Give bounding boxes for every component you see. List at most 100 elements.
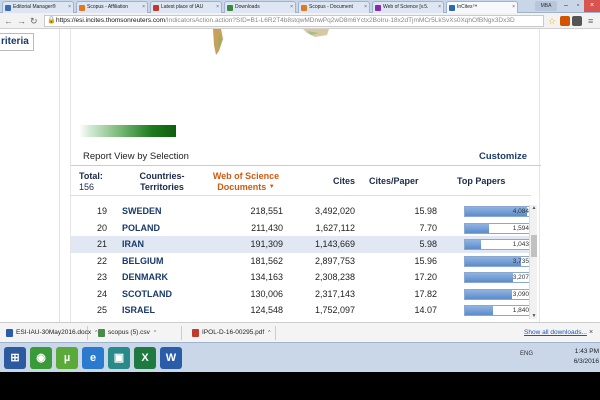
cites-per-paper-header[interactable]: Cites/Paper <box>369 176 419 187</box>
reload-icon[interactable]: ↻ <box>30 15 38 27</box>
table-row[interactable]: 22 BELGIUM 181,562 2,897,753 15.96 3,735 <box>71 253 533 270</box>
scroll-down-icon[interactable]: ▼ <box>530 313 538 319</box>
documents-cell: 130,006 <box>250 288 283 299</box>
table-row[interactable]: 21 IRAN 191,309 1,143,669 5.98 1,043 <box>71 236 533 253</box>
back-icon[interactable]: ← <box>4 15 13 27</box>
download-shelf: ESI-IAU-30May2016.docx ^ scopus (5).csv ^ … <box>0 322 600 342</box>
tab-web-of-science[interactable]: Web of Science [v.5. × <box>372 1 444 13</box>
word-icon[interactable]: W <box>160 347 182 369</box>
divider <box>71 165 541 166</box>
excel-icon[interactable]: X <box>134 347 156 369</box>
documents-header[interactable]: Web of Science Documents ▼ <box>207 171 285 193</box>
table-scrollbar[interactable]: ▲ ▼ <box>529 205 537 319</box>
url-input[interactable]: 🔒 https://esi.incites.thomsonreuters.com… <box>44 15 544 27</box>
forward-icon[interactable]: → <box>17 15 26 27</box>
tab-scopus-document[interactable]: Scopus - Document × <box>298 1 370 13</box>
address-bar-row: ← → ↻ 🔒 https://esi.incites.thomsonreute… <box>0 13 600 29</box>
menu-icon[interactable]: ≡ <box>588 15 593 27</box>
rank-cell: 25 <box>96 305 107 315</box>
report-title: Report View by Selection <box>83 151 189 162</box>
tab-downloads[interactable]: Downloads × <box>224 1 296 13</box>
start-icon[interactable]: ⊞ <box>4 347 26 369</box>
close-tab-icon[interactable]: × <box>216 2 219 13</box>
table-row[interactable]: 20 POLAND 211,430 1,627,112 7.70 1,594 <box>71 220 533 237</box>
store-icon[interactable]: ▣ <box>108 347 130 369</box>
close-tab-icon[interactable]: × <box>68 2 71 13</box>
top-papers-bar[interactable]: 3,735 <box>464 255 531 267</box>
country-link[interactable]: BELGIUM <box>122 256 164 266</box>
browser-tab-strip: Editorial Manager® × Scopus - Affiliatio… <box>0 0 600 13</box>
countries-header[interactable]: Countries-Territories <box>131 171 193 193</box>
download-item[interactable]: IPOL-D-16-00295.pdf ^ <box>190 326 276 340</box>
utorrent-icon[interactable]: µ <box>56 347 78 369</box>
cites-cell: 2,897,753 <box>314 255 355 266</box>
internet-explorer-icon[interactable]: e <box>82 347 104 369</box>
country-link[interactable]: DENMARK <box>122 272 168 282</box>
top-papers-bar[interactable]: 3,207 <box>464 272 531 283</box>
country-link[interactable]: POLAND <box>122 223 160 233</box>
top-papers-bar[interactable]: 1,043 <box>464 239 531 250</box>
country-link[interactable]: SCOTLAND <box>122 289 172 299</box>
criteria-tab[interactable]: riteria <box>0 33 34 51</box>
table-row[interactable]: 23 DENMARK 134,163 2,308,238 17.20 3,207 <box>71 269 533 286</box>
scopus-icon <box>301 5 307 11</box>
cites-per-paper-cell: 15.98 <box>414 206 437 216</box>
total-header: Total: 156 <box>79 171 103 193</box>
clock-date: 6/3/2016 <box>573 358 599 365</box>
top-papers-fill <box>465 306 493 315</box>
close-tab-icon[interactable]: × <box>290 2 293 13</box>
tab-label: Downloads <box>235 4 260 10</box>
cites-cell: 2,317,143 <box>314 288 355 299</box>
tab-scopus-affiliation[interactable]: Scopus - Affiliation × <box>76 1 148 13</box>
close-shelf-icon[interactable]: × <box>589 326 593 340</box>
profile-button[interactable]: MBA <box>535 1 557 11</box>
close-tab-icon[interactable]: × <box>364 2 367 13</box>
top-papers-bar[interactable]: 1,594 <box>464 222 531 234</box>
tab-latest-place[interactable]: Latest place of IAU × <box>150 1 222 13</box>
extension-icon[interactable] <box>572 16 582 26</box>
extension-icon[interactable] <box>560 16 570 26</box>
csv-file-icon <box>98 329 105 337</box>
download-item[interactable]: scopus (5).csv ^ <box>96 326 182 340</box>
download-item[interactable]: ESI-IAU-30May2016.docx ^ <box>4 326 98 340</box>
chrome-icon[interactable]: ◉ <box>30 347 52 369</box>
scrollbar-thumb[interactable] <box>531 235 537 257</box>
cites-cell: 1,752,097 <box>314 305 355 315</box>
documents-cell: 124,548 <box>250 305 283 315</box>
country-link[interactable]: ISRAEL <box>122 305 155 315</box>
scroll-up-icon[interactable]: ▲ <box>530 205 538 211</box>
close-tab-icon[interactable]: × <box>142 2 145 13</box>
tray-language[interactable]: ENG <box>520 351 533 357</box>
sort-desc-icon[interactable]: ▼ <box>269 184 275 190</box>
top-papers-header[interactable]: Top Papers <box>457 176 505 187</box>
cites-cell: 1,627,112 <box>315 222 355 233</box>
table-row[interactable]: 24 SCOTLAND 130,006 2,317,143 17.82 3,090 <box>71 286 533 303</box>
top-papers-fill <box>465 240 481 249</box>
table-row[interactable]: 19 SWEDEN 218,551 3,492,020 15.98 4,084 <box>71 203 533 220</box>
tab-editorial-manager[interactable]: Editorial Manager® × <box>2 1 74 13</box>
tab-incites[interactable]: InCites™ × <box>446 1 518 13</box>
table-row[interactable]: 25 ISRAEL 124,548 1,752,097 14.07 1,840 <box>71 302 533 319</box>
total-label: Total: <box>79 171 103 181</box>
chevron-up-icon[interactable]: ^ <box>154 330 156 336</box>
show-all-downloads-link[interactable]: Show all downloads... <box>524 326 587 340</box>
country-link[interactable]: SWEDEN <box>122 206 162 216</box>
maximize-icon[interactable]: ▫ <box>572 0 584 12</box>
minimize-icon[interactable]: – <box>560 0 572 12</box>
clock[interactable]: 1:43 PM 6/3/2016 <box>565 347 599 367</box>
web-of-science-icon <box>375 5 381 11</box>
country-link[interactable]: IRAN <box>122 239 144 249</box>
close-window-icon[interactable]: × <box>584 0 600 12</box>
close-tab-icon[interactable]: × <box>438 2 441 13</box>
bookmark-star-icon[interactable]: ☆ <box>548 15 556 27</box>
gmail-icon <box>153 5 159 11</box>
download-label: scopus (5).csv <box>108 329 150 336</box>
customize-link[interactable]: Customize <box>479 151 527 162</box>
cites-header[interactable]: Cites <box>333 176 355 187</box>
top-papers-bar[interactable]: 3,090 <box>464 288 531 300</box>
close-tab-icon[interactable]: × <box>512 2 515 13</box>
top-papers-value: 3,735 <box>512 257 529 265</box>
chevron-up-icon[interactable]: ^ <box>268 330 270 336</box>
top-papers-bar[interactable]: 4,084 <box>464 206 531 217</box>
top-papers-bar[interactable]: 1,840 <box>464 305 531 316</box>
